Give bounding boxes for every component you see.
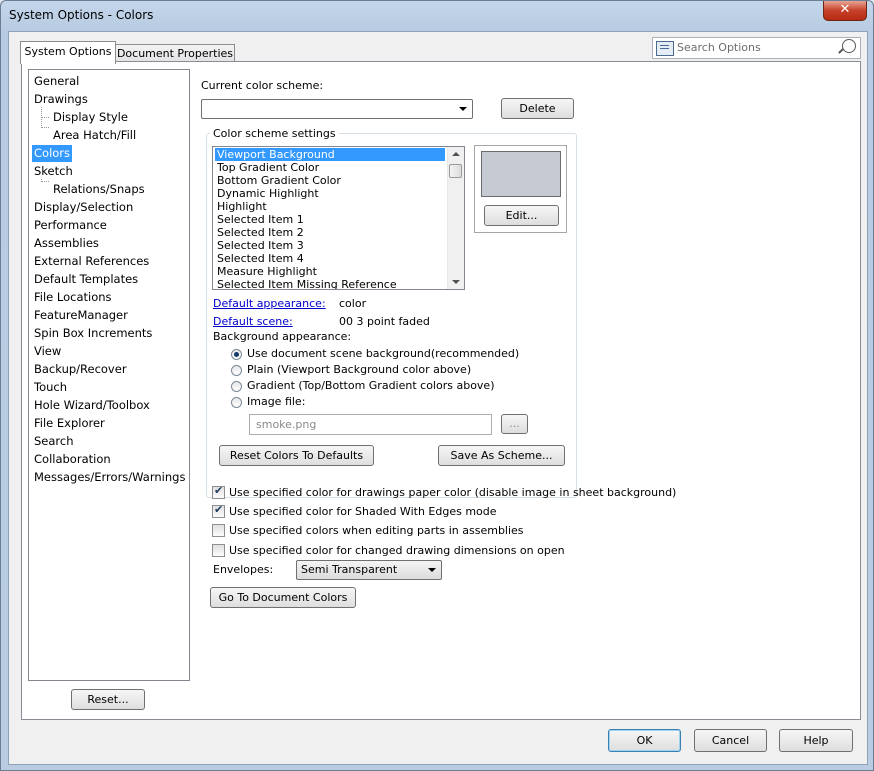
tree-item-messages[interactable]: Messages/Errors/Warnings bbox=[32, 469, 187, 486]
window-title: System Options - Colors bbox=[9, 8, 154, 22]
list-item[interactable]: Measure Highlight bbox=[215, 265, 445, 278]
list-item[interactable]: Viewport Background bbox=[215, 148, 445, 161]
browse-button[interactable]: ... bbox=[501, 414, 528, 434]
default-scene-link[interactable]: Default scene: bbox=[213, 315, 293, 328]
tree-connector bbox=[41, 117, 49, 118]
tree-item-featuremanager[interactable]: FeatureManager bbox=[32, 307, 130, 324]
tree-connector bbox=[41, 127, 49, 128]
scroll-thumb[interactable] bbox=[449, 164, 462, 178]
help-button[interactable]: Help bbox=[779, 729, 853, 752]
tree-item-view[interactable]: View bbox=[32, 343, 63, 360]
reset-colors-button[interactable]: Reset Colors To Defaults bbox=[219, 445, 374, 466]
ok-button[interactable]: OK bbox=[608, 729, 681, 752]
checkbox-changed-dimensions[interactable] bbox=[212, 544, 225, 557]
list-item[interactable]: Top Gradient Color bbox=[215, 161, 445, 174]
color-scheme-settings-title: Color scheme settings bbox=[210, 127, 339, 140]
list-item[interactable]: Selected Item 4 bbox=[215, 252, 445, 265]
list-item[interactable]: Selected Item 3 bbox=[215, 239, 445, 252]
radio-scene-background-label[interactable]: Use document scene background(recommende… bbox=[247, 347, 519, 360]
search-box[interactable]: Search Options bbox=[652, 37, 861, 59]
radio-plain-label[interactable]: Plain (Viewport Background color above) bbox=[247, 363, 471, 376]
tree-connector bbox=[41, 181, 49, 182]
checkbox-drawings-paper-color-label[interactable]: Use specified color for drawings paper c… bbox=[229, 486, 676, 499]
reset-button[interactable]: Reset... bbox=[71, 689, 145, 710]
current-scheme-label: Current color scheme: bbox=[201, 79, 324, 92]
tree-item-display-selection[interactable]: Display/Selection bbox=[32, 199, 135, 216]
edit-color-button[interactable]: Edit... bbox=[484, 205, 559, 226]
checkbox-shaded-edges-label[interactable]: Use specified color for Shaded With Edge… bbox=[229, 505, 497, 518]
tree-item-collaboration[interactable]: Collaboration bbox=[32, 451, 113, 468]
radio-image-file[interactable] bbox=[231, 397, 242, 408]
checkbox-shaded-edges[interactable] bbox=[212, 503, 225, 518]
tree-item-default-templates[interactable]: Default Templates bbox=[32, 271, 140, 288]
list-item[interactable]: Highlight bbox=[215, 200, 445, 213]
list-item[interactable]: Selected Item Missing Reference bbox=[215, 278, 445, 289]
options-tree: General Drawings Display Style Area Hatc… bbox=[28, 69, 190, 681]
chevron-down-icon bbox=[459, 107, 467, 111]
tree-item-display-style[interactable]: Display Style bbox=[51, 109, 130, 126]
envelopes-dropdown[interactable]: Semi Transparent bbox=[296, 560, 442, 580]
tree-item-assemblies[interactable]: Assemblies bbox=[32, 235, 101, 252]
radio-plain[interactable] bbox=[231, 365, 242, 376]
options-panel: General Drawings Display Style Area Hatc… bbox=[21, 61, 861, 720]
tree-item-file-explorer[interactable]: File Explorer bbox=[32, 415, 107, 432]
search-icon[interactable] bbox=[842, 39, 856, 53]
tree-item-colors[interactable]: Colors bbox=[32, 145, 73, 162]
tree-item-touch[interactable]: Touch bbox=[32, 379, 69, 396]
tree-item-drawings[interactable]: Drawings bbox=[32, 91, 90, 108]
list-item[interactable]: Selected Item 2 bbox=[215, 226, 445, 239]
background-appearance-label: Background appearance: bbox=[213, 330, 352, 343]
list-item[interactable]: Bottom Gradient Color bbox=[215, 174, 445, 187]
tree-item-area-hatch[interactable]: Area Hatch/Fill bbox=[51, 127, 138, 144]
tree-item-sketch[interactable]: Sketch bbox=[32, 163, 75, 180]
close-button[interactable]: ✕ bbox=[823, 1, 867, 21]
tree-item-external-references[interactable]: External References bbox=[32, 253, 151, 270]
radio-image-file-label[interactable]: Image file: bbox=[247, 395, 305, 408]
tab-system-options[interactable]: System Options bbox=[20, 41, 116, 64]
tree-item-performance[interactable]: Performance bbox=[32, 217, 109, 234]
radio-gradient-label[interactable]: Gradient (Top/Bottom Gradient colors abo… bbox=[247, 379, 495, 392]
default-scene-value: 00 3 point faded bbox=[339, 315, 430, 328]
dialog-window: System Options - Colors ✕ System Options… bbox=[0, 0, 874, 771]
scroll-up-icon[interactable] bbox=[448, 147, 464, 161]
envelopes-value: Semi Transparent bbox=[301, 563, 398, 576]
checkbox-drawings-paper-color[interactable] bbox=[212, 484, 225, 499]
color-swatch bbox=[481, 151, 561, 197]
color-scheme-dropdown[interactable] bbox=[201, 99, 473, 119]
chevron-down-icon bbox=[428, 568, 436, 572]
tree-item-backup-recover[interactable]: Backup/Recover bbox=[32, 361, 129, 378]
tree-item-general[interactable]: General bbox=[32, 73, 81, 90]
default-appearance-value: color bbox=[339, 297, 367, 310]
save-as-scheme-button[interactable]: Save As Scheme... bbox=[438, 445, 565, 466]
image-file-value: smoke.png bbox=[256, 418, 317, 431]
envelopes-label: Envelopes: bbox=[213, 563, 274, 576]
image-file-field[interactable]: smoke.png bbox=[249, 414, 492, 435]
checkbox-editing-parts-label[interactable]: Use specified colors when editing parts … bbox=[229, 524, 524, 537]
tree-item-search[interactable]: Search bbox=[32, 433, 76, 450]
cancel-button[interactable]: Cancel bbox=[694, 729, 767, 752]
checkbox-editing-parts[interactable] bbox=[212, 524, 225, 537]
dialog-client: System Options Document Properties Searc… bbox=[8, 31, 868, 765]
search-input[interactable]: Search Options bbox=[677, 41, 761, 54]
list-scrollbar[interactable] bbox=[447, 147, 464, 289]
title-bar[interactable]: System Options - Colors ✕ bbox=[1, 1, 873, 31]
tree-item-relations-snaps[interactable]: Relations/Snaps bbox=[51, 181, 147, 198]
color-preview-frame: Edit... bbox=[474, 145, 567, 233]
radio-scene-background[interactable] bbox=[231, 349, 242, 360]
go-to-document-colors-button[interactable]: Go To Document Colors bbox=[210, 587, 356, 608]
tree-item-spin-box-increments[interactable]: Spin Box Increments bbox=[32, 325, 154, 342]
delete-button[interactable]: Delete bbox=[501, 98, 574, 119]
list-item[interactable]: Selected Item 1 bbox=[215, 213, 445, 226]
radio-gradient[interactable] bbox=[231, 381, 242, 392]
default-appearance-link[interactable]: Default appearance: bbox=[213, 297, 326, 310]
color-items-list[interactable]: Viewport Background Top Gradient Color B… bbox=[212, 146, 465, 290]
tree-item-hole-wizard[interactable]: Hole Wizard/Toolbox bbox=[32, 397, 152, 414]
scroll-down-icon[interactable] bbox=[448, 275, 464, 289]
checkbox-changed-dimensions-label[interactable]: Use specified color for changed drawing … bbox=[229, 544, 565, 557]
options-list-icon bbox=[656, 41, 674, 56]
list-item[interactable]: Dynamic Highlight bbox=[215, 187, 445, 200]
tree-item-file-locations[interactable]: File Locations bbox=[32, 289, 114, 306]
